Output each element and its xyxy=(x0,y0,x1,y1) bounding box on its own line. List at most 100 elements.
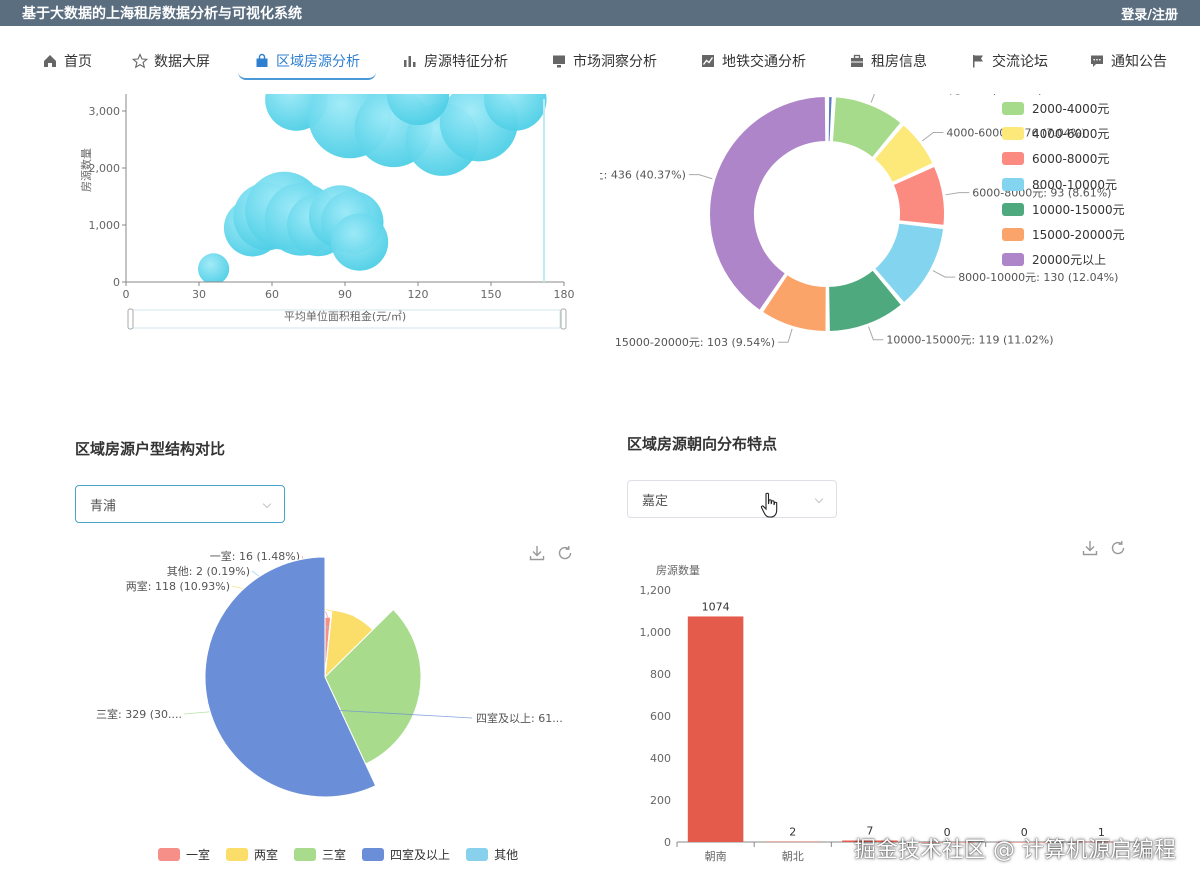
nav-item-notices[interactable]: 通知公告 xyxy=(1089,48,1167,74)
y-tick-label: 1,200 xyxy=(640,584,672,597)
donut-label-line xyxy=(945,192,970,196)
legend-item[interactable]: 四室及以上 xyxy=(362,846,450,863)
legend-label: 8000-10000元 xyxy=(1032,177,1118,192)
rose-slice-label: 两室: 118 (10.93%) xyxy=(126,579,230,593)
legend-swatch xyxy=(1002,152,1024,166)
bar xyxy=(687,616,744,842)
bubble-point xyxy=(198,253,230,282)
donut-slice-label: 10000-15000元: 119 (11.02%) xyxy=(886,334,1053,347)
nav-active-indicator xyxy=(238,72,376,80)
legend-swatch xyxy=(466,848,489,861)
legend-item[interactable]: 4000-6000元 xyxy=(1002,121,1125,146)
nav-item-region[interactable]: 区域房源分析 xyxy=(254,48,360,74)
donut-label-line xyxy=(932,270,956,278)
x-tick-label: 0 xyxy=(123,288,130,301)
legend-item[interactable]: 6000-8000元 xyxy=(1002,146,1125,171)
y-tick-label: 0 xyxy=(113,276,120,289)
legend-item[interactable]: 两室 xyxy=(226,846,278,863)
legend-label: 其他 xyxy=(494,848,519,862)
legend-label: 4000-6000元 xyxy=(1032,127,1110,142)
rent-vs-count-bubble-chart: 0 1,000 2,000 3,000 0 30 60 90 120 150 180 平均单位面积租金… xyxy=(79,94,575,330)
legend-label: 三室 xyxy=(322,848,347,862)
orientation-section-title: 区域房源朝向分布特点 xyxy=(627,435,778,453)
room-layout-rose-chart: 一室: 16 (1.48%) 其他: 2 (0.19%)两室: 118 (10.9… xyxy=(96,549,563,798)
donut-label-line xyxy=(921,131,944,142)
chevron-down-icon xyxy=(262,499,272,509)
legend-item[interactable]: 10000-15000元 xyxy=(1002,197,1125,222)
donut-label-line xyxy=(868,326,884,341)
bar-value-label: 2 xyxy=(789,826,796,839)
legend-swatch xyxy=(362,848,385,861)
x-tick-label: 180 xyxy=(554,288,575,301)
bar-chart-icon xyxy=(404,56,416,67)
y-tick-label: 2,000 xyxy=(89,162,121,175)
donut-slice-label: 8000-10000元: 130 (12.04%) xyxy=(958,271,1118,284)
message-icon xyxy=(1091,55,1103,67)
legend-label: 6000-8000元 xyxy=(1032,152,1110,167)
briefcase-icon xyxy=(851,54,863,67)
donut-slice-label: 15000-20000元: 103 (9.54%) xyxy=(615,336,775,349)
y-tick-label: 600 xyxy=(650,710,671,723)
x-tick-label: 朝北 xyxy=(782,850,804,863)
x-tick-label: 150 xyxy=(481,288,502,301)
legend-label: 两室 xyxy=(254,848,279,862)
rose-slice-label: 四室及以上: 61... xyxy=(476,711,563,725)
rose-slice-label: 一室: 16 (1.48%) xyxy=(210,549,300,563)
y-axis-label: 房源数量 xyxy=(656,563,700,577)
legend-swatch xyxy=(158,848,180,861)
x-tick-label: 120 xyxy=(408,288,429,301)
legend-label: 15000-20000元 xyxy=(1032,228,1125,243)
y-tick-label: 400 xyxy=(650,752,671,765)
bar xyxy=(764,841,821,843)
legend-label: 一室 xyxy=(186,848,211,862)
rose-legend: 一室 两室 三室 四室及以上 其他 xyxy=(158,846,518,863)
legend-swatch xyxy=(226,848,249,861)
hand-cursor-icon xyxy=(760,492,778,518)
legend-swatch xyxy=(294,848,317,861)
legend-item[interactable]: 其他 xyxy=(466,846,518,863)
nav-item-features[interactable]: 房源特征分析 xyxy=(402,48,508,74)
y-tick-label: 3,000 xyxy=(89,105,121,118)
y-tick-label: 800 xyxy=(650,668,671,681)
bubble-point xyxy=(331,213,389,271)
x-axis-label: 平均单位面积租金(元/㎡) xyxy=(284,309,406,323)
login-register-link[interactable]: 登录/注册 xyxy=(1121,4,1178,23)
district-select-orientation[interactable]: 嘉定 xyxy=(627,480,837,518)
title-bar: 基于大数据的上海租房数据分析与可视化系统 登录/注册 xyxy=(0,0,1200,26)
donut-label-line xyxy=(778,328,793,343)
main-nav: 首页 数据大屏 区域房源分析 房源特征分析 市场洞察分析 地铁交通分析 租房信息… xyxy=(0,26,1200,94)
donut-label-line xyxy=(688,174,713,180)
legend-swatch xyxy=(1002,177,1024,191)
legend-swatch xyxy=(1002,102,1024,116)
legend-item[interactable]: 2000-4000元 xyxy=(1002,96,1125,121)
legend-label: 四室及以上 xyxy=(390,848,451,862)
app-title: 基于大数据的上海租房数据分析与可视化系统 xyxy=(22,6,302,22)
nav-item-metro[interactable]: 地铁交通分析 xyxy=(700,48,806,74)
rose-slice-label: 其他: 2 (0.19%) xyxy=(167,565,250,578)
legend-swatch xyxy=(1002,127,1024,141)
donut-label-line xyxy=(870,94,876,103)
legend-item[interactable]: 8000-10000元 xyxy=(1002,172,1125,197)
star-icon xyxy=(132,53,148,69)
orientation-bar-chart: 房源数量02004006008001,0001,2001074朝南2朝北7 0 0 1 xyxy=(640,563,1140,863)
home-icon xyxy=(44,55,56,67)
district-select-layout[interactable]: 青浦 xyxy=(75,485,285,523)
donut-legend: 2000-4000元 4000-6000元 6000-8000元 8000-10000… xyxy=(1002,96,1125,272)
legend-item[interactable]: 一室 xyxy=(158,846,210,863)
legend-item[interactable]: 20000元以上 xyxy=(1002,247,1125,272)
x-tick-label: 90 xyxy=(338,288,352,301)
y-tick-label: 1,000 xyxy=(640,626,672,639)
donut-slice-label: 20000元以上: 436 (40.37%) xyxy=(600,169,686,182)
y-axis-label: 房源数量 xyxy=(79,148,93,192)
nav-item-rentals[interactable]: 租房信息 xyxy=(849,48,927,74)
legend-label: 2000-4000元 xyxy=(1032,102,1110,117)
bag-icon xyxy=(256,53,268,67)
nav-item-dashboard[interactable]: 数据大屏 xyxy=(132,48,210,74)
rose-slice-label: 三室: 329 (30.... xyxy=(96,707,182,721)
nav-item-market[interactable]: 市场洞察分析 xyxy=(551,48,657,74)
legend-item[interactable]: 三室 xyxy=(294,846,346,863)
legend-item[interactable]: 15000-20000元 xyxy=(1002,222,1125,247)
nav-item-forum[interactable]: 交流论坛 xyxy=(970,48,1048,74)
x-tick-label: 30 xyxy=(192,288,206,301)
nav-item-home[interactable]: 首页 xyxy=(42,48,92,74)
